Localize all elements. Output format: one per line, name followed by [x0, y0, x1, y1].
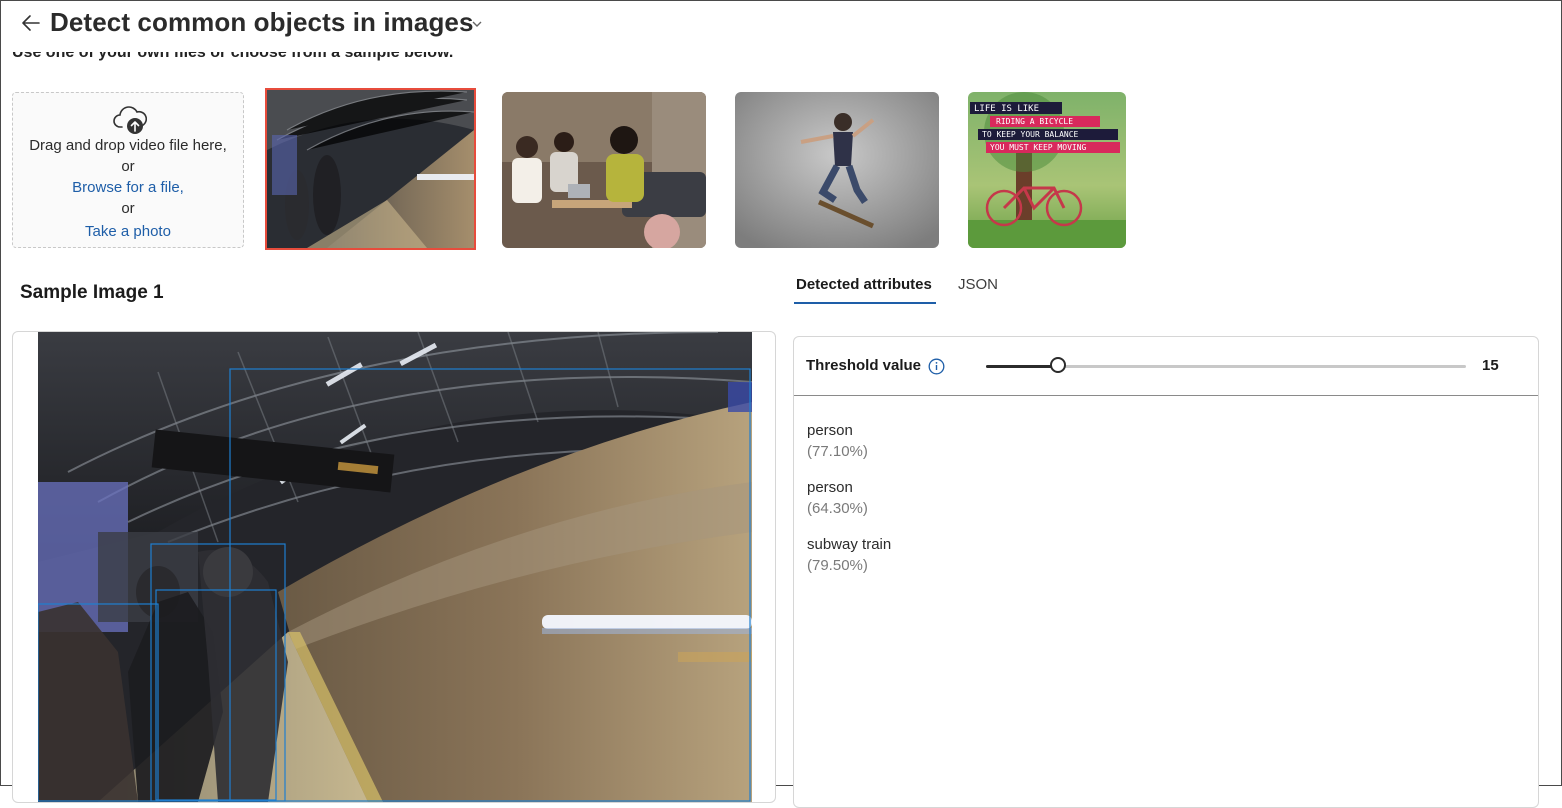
- bicycle-poster-thumbnail-image: LIFE IS LIKE RIDING A BICYCLE TO KEEP YO…: [968, 92, 1126, 248]
- cloud-upload-icon: [113, 106, 147, 134]
- active-tab-indicator: [794, 302, 936, 304]
- result-object-name: subway train: [807, 536, 892, 553]
- sample-thumbnail-bicycle-poster[interactable]: LIFE IS LIKE RIDING A BICYCLE TO KEEP YO…: [968, 92, 1126, 248]
- tab-detected-attributes[interactable]: Detected attributes: [796, 276, 932, 293]
- result-confidence: (79.50%): [807, 557, 868, 574]
- take-photo-link[interactable]: Take a photo: [13, 223, 243, 240]
- back-arrow-icon: [22, 15, 40, 31]
- result-confidence: (77.10%): [807, 443, 868, 460]
- upload-or-text: or: [121, 158, 135, 175]
- sample-thumbnail-subway[interactable]: [265, 88, 476, 250]
- threshold-slider-thumb[interactable]: [1050, 357, 1066, 373]
- threshold-slider-fill: [986, 365, 1058, 368]
- tab-json[interactable]: JSON: [958, 276, 998, 293]
- sample-image-title: Sample Image 1: [20, 282, 164, 303]
- result-item: subway train (79.50%): [807, 535, 891, 577]
- page-title: Detect common objects in images: [50, 7, 474, 37]
- upload-drag-text: Drag and drop video file here,: [29, 137, 227, 154]
- svg-text:LIFE IS LIKE: LIFE IS LIKE: [974, 104, 1039, 114]
- info-icon[interactable]: [928, 358, 945, 380]
- sample-thumbnail-meeting[interactable]: [502, 92, 706, 248]
- svg-text:RIDING A BICYCLE: RIDING A BICYCLE: [996, 117, 1073, 126]
- threshold-slider[interactable]: [986, 357, 1466, 373]
- browse-file-link[interactable]: Browse for a file,: [13, 179, 243, 196]
- upload-dropzone[interactable]: Drag and drop video file here, or Browse…: [12, 92, 244, 248]
- threshold-label: Threshold value: [806, 357, 922, 374]
- panel-divider: [794, 395, 1538, 396]
- result-object-name: person: [807, 422, 853, 439]
- threshold-value: 15: [1482, 357, 1499, 374]
- sample-thumbnail-skateboarder[interactable]: [735, 92, 939, 248]
- detected-attributes-panel: Threshold value 15 person (77.10%) perso…: [793, 336, 1539, 808]
- sample-image-card: [12, 331, 776, 803]
- result-item: person (77.10%): [807, 421, 868, 463]
- svg-text:YOU MUST KEEP MOVING: YOU MUST KEEP MOVING: [990, 143, 1087, 152]
- result-confidence: (64.30%): [807, 500, 868, 517]
- subway-thumbnail-image: [267, 90, 474, 248]
- back-button[interactable]: [18, 10, 44, 36]
- svg-text:TO KEEP YOUR BALANCE: TO KEEP YOUR BALANCE: [982, 130, 1079, 139]
- skateboarder-thumbnail-image: [735, 92, 939, 248]
- meeting-thumbnail-image: [502, 92, 706, 248]
- subway-detection-image: [38, 332, 752, 802]
- chevron-down-icon[interactable]: [471, 16, 483, 34]
- upload-or-text: or: [121, 200, 135, 217]
- instruction-text: Use one of your own files or choose from…: [12, 52, 454, 61]
- result-item: person (64.30%): [807, 478, 868, 520]
- result-object-name: person: [807, 479, 853, 496]
